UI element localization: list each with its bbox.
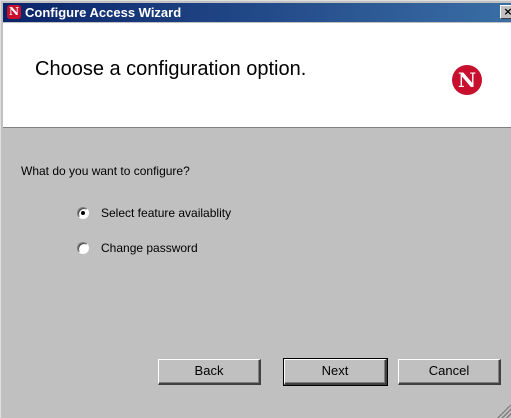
wizard-header: Choose a configuration option. N [3,23,511,128]
close-button[interactable]: × [500,5,511,19]
resize-grip-icon[interactable] [497,404,511,418]
title-bar[interactable]: N Configure Access Wizard × [3,3,511,22]
configure-question: What do you want to configure? [21,164,190,178]
next-button[interactable]: Next [283,358,388,386]
app-logo-icon: N [7,5,21,19]
back-button[interactable]: Back [158,359,261,385]
cancel-button[interactable]: Cancel [398,359,501,385]
option-label[interactable]: Select feature availablity [101,206,231,220]
window-title: Configure Access Wizard [25,5,182,20]
option-label[interactable]: Change password [101,241,198,255]
radio-change-password[interactable] [77,242,89,254]
wizard-window: N Configure Access Wizard × Choose a con… [0,0,511,418]
brand-logo-icon: N [452,65,482,95]
page-title: Choose a configuration option. [35,58,307,80]
radio-select-feature[interactable] [77,207,89,219]
